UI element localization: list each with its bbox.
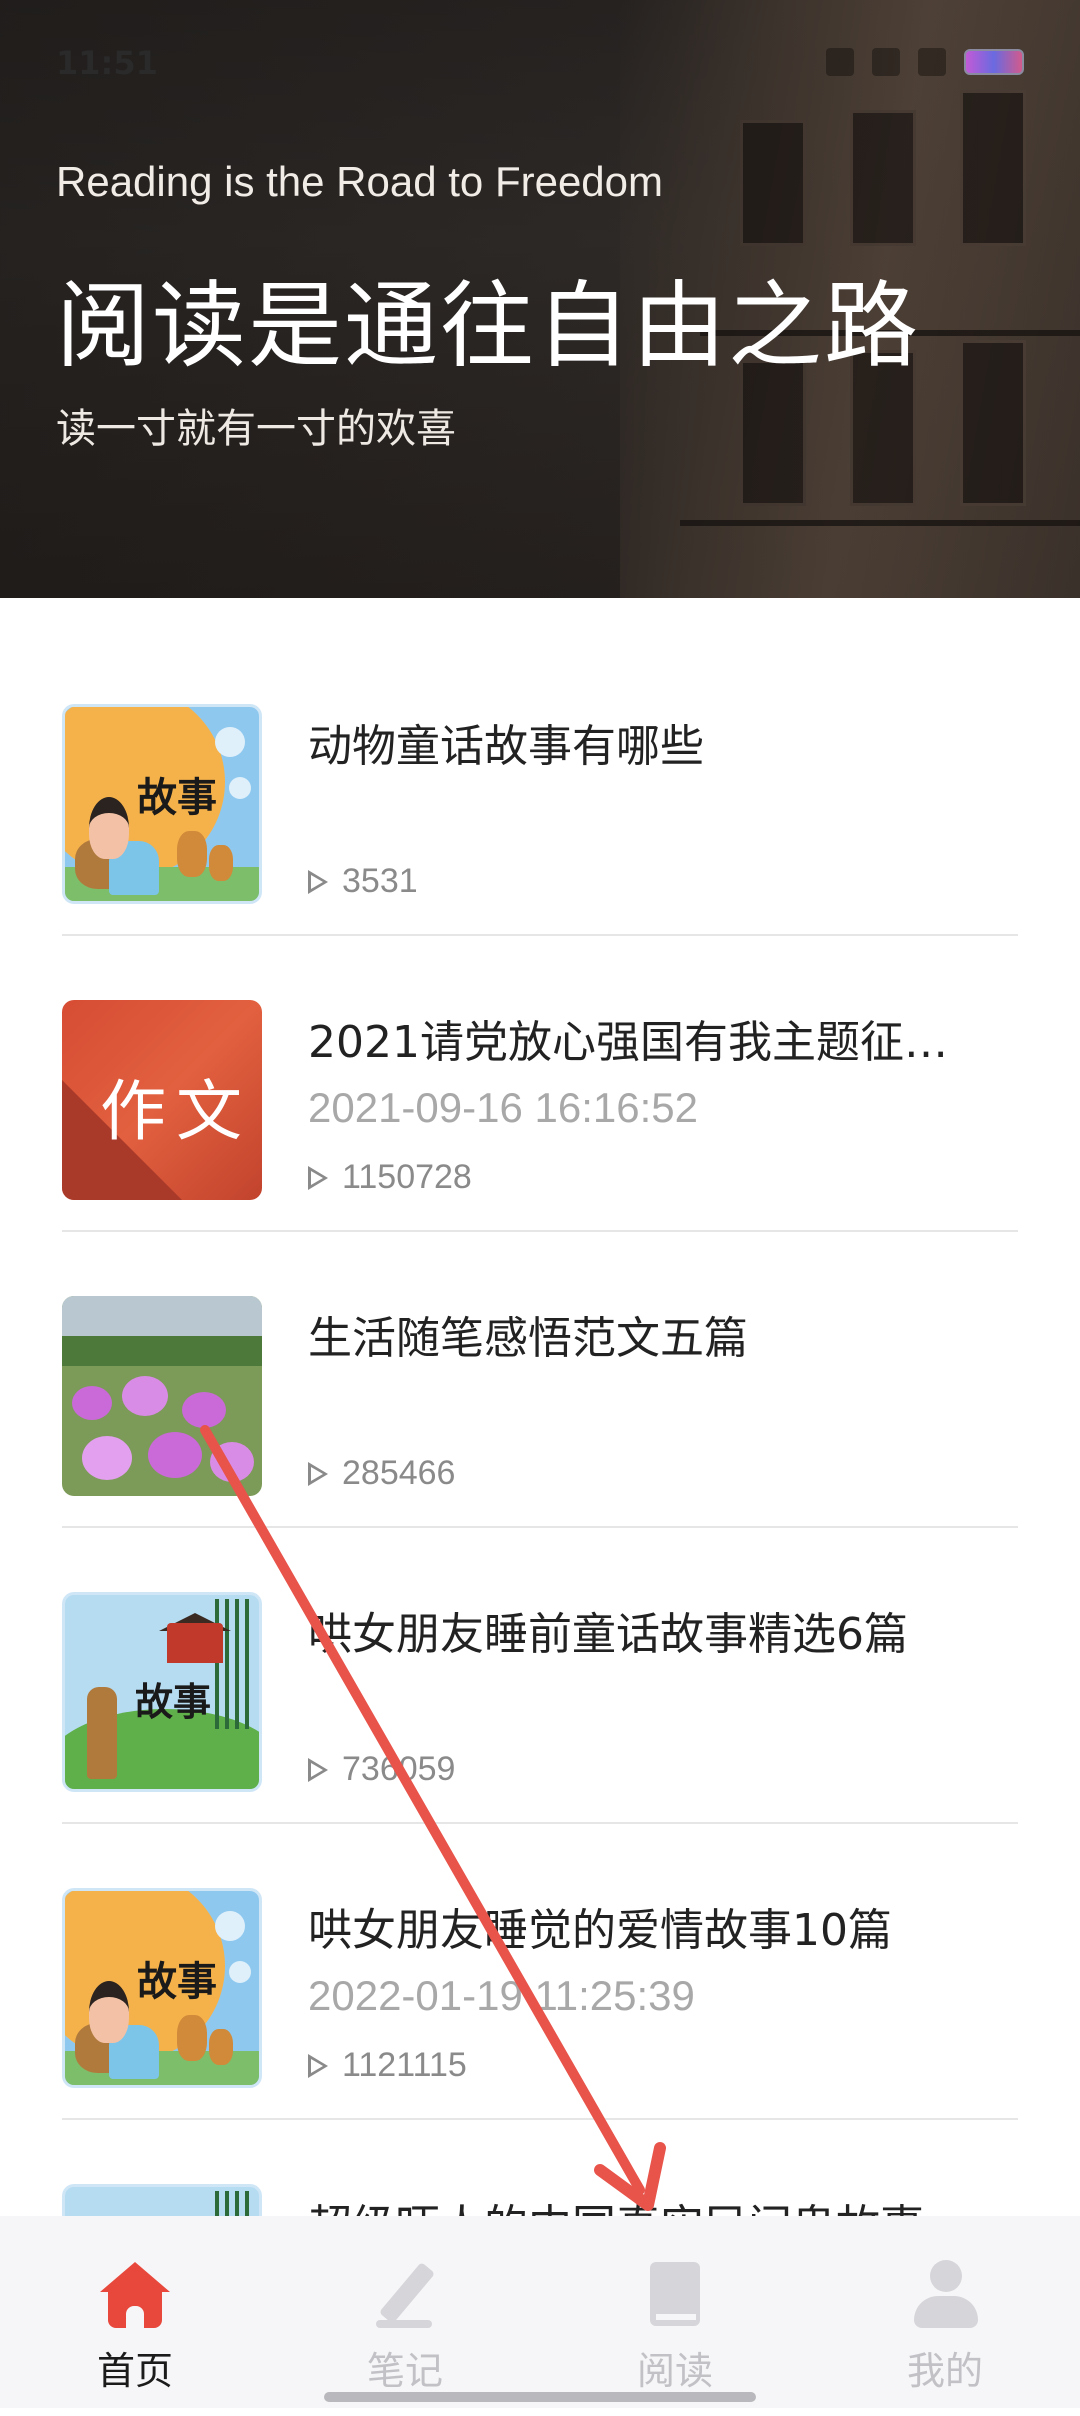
item-title: 2021请党放心强国有我主题征… (308, 1017, 948, 1068)
status-time: 11:51 (56, 44, 158, 82)
signal-icon (826, 48, 854, 76)
user-icon (910, 2260, 980, 2330)
thumbnail-flowers (62, 1296, 262, 1496)
view-count: 1150728 (308, 1158, 472, 1197)
nav-label: 首页 (96, 2349, 173, 2393)
item-date: 2022-01-19 11:25:39 (308, 1972, 695, 2019)
view-count: 1121115 (308, 2046, 467, 2085)
list-item[interactable]: 故事 哄女朋友睡觉的爱情故事10篇 2022-01-19 11:25:39 11… (62, 1824, 1018, 2120)
play-icon (308, 1461, 328, 1486)
status-icons (826, 48, 1024, 76)
item-title: 哄女朋友睡前童话故事精选6篇 (308, 1609, 908, 1660)
hero-title: 阅读是通往自由之路 (56, 272, 921, 381)
item-date: 2021-09-16 16:16:52 (308, 1084, 698, 1131)
item-title: 生活随笔感悟范文五篇 (308, 1313, 748, 1364)
play-icon (308, 869, 328, 894)
book-icon (640, 2260, 710, 2330)
list-item[interactable]: 生活随笔感悟范文五篇 285466 (62, 1232, 1018, 1528)
thumbnail-story: 故事 (62, 1888, 262, 2088)
nav-item-me[interactable]: 我的 (810, 2216, 1080, 2408)
list-item[interactable]: 故事 哄女朋友睡前童话故事精选6篇 736059 (62, 1528, 1018, 1824)
pen-icon (370, 2260, 440, 2330)
view-count: 285466 (308, 1454, 455, 1493)
hero-subtitle-en: Reading is the Road to Freedom (56, 158, 664, 205)
list-item[interactable]: 作文 2021请党放心强国有我主题征… 2021-09-16 16:16:52 … (62, 936, 1018, 1232)
item-title: 哄女朋友睡觉的爱情故事10篇 (308, 1905, 892, 1956)
home-indicator[interactable] (324, 2392, 756, 2402)
view-count: 3531 (308, 862, 418, 901)
nav-item-read[interactable]: 阅读 (540, 2216, 810, 2408)
play-icon (308, 1757, 328, 1782)
wifi-icon (918, 48, 946, 76)
nav-label: 我的 (906, 2349, 983, 2393)
article-list: 故事 动物童话故事有哪些 3531 作文 2021请党放心强国有我主题征… 20… (0, 640, 1080, 2416)
view-count: 736059 (308, 1750, 455, 1789)
thumbnail-story: 故事 (62, 1592, 262, 1792)
nav-item-home[interactable]: 首页 (0, 2216, 270, 2408)
home-icon (100, 2260, 170, 2330)
battery-icon (964, 49, 1024, 75)
play-icon (308, 1165, 328, 1190)
mute-icon (872, 48, 900, 76)
nav-label: 阅读 (636, 2349, 713, 2393)
item-title: 动物童话故事有哪些 (308, 721, 704, 772)
hero-tagline: 读一寸就有一寸的欢喜 (56, 406, 456, 452)
hero-banner: 11:51 Reading is the Road to Freedom 阅读是… (0, 0, 1080, 598)
thumbnail-story: 故事 (62, 704, 262, 904)
play-icon (308, 2053, 328, 2078)
nav-item-notes[interactable]: 笔记 (270, 2216, 540, 2408)
bottom-nav: 首页 笔记 阅读 我的 (0, 2216, 1080, 2408)
thumbnail-essay: 作文 (62, 1000, 262, 1200)
nav-label: 笔记 (366, 2349, 443, 2393)
list-item[interactable]: 故事 动物童话故事有哪些 3531 (62, 640, 1018, 936)
